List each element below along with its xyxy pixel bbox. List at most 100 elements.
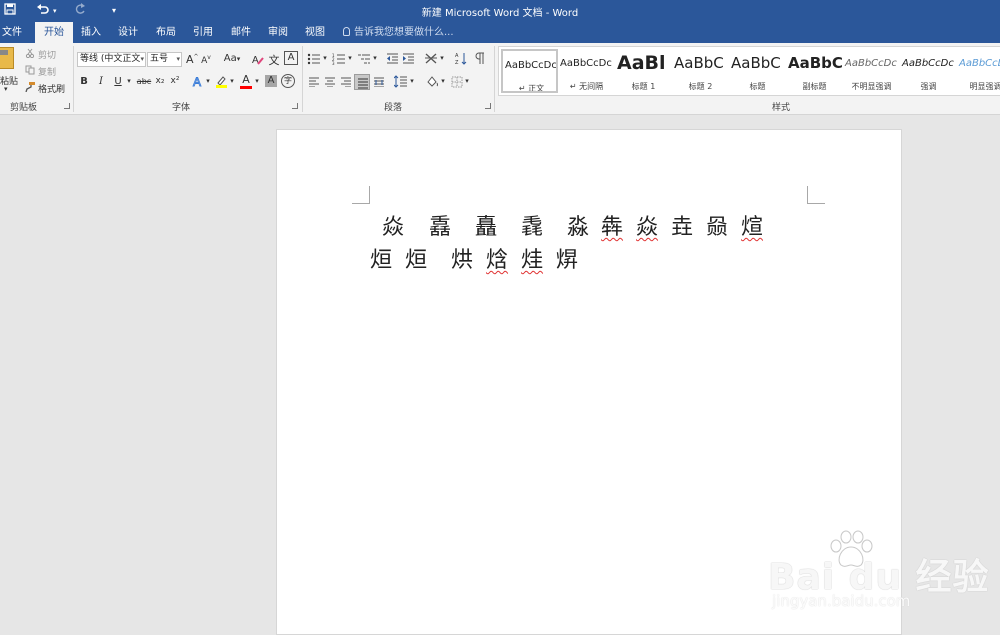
group-divider bbox=[494, 46, 495, 112]
style-name: ↵ 正文 bbox=[518, 84, 545, 93]
tab-home[interactable]: 开始 bbox=[35, 22, 73, 43]
grow-font-label: A bbox=[186, 53, 194, 66]
underline-dropdown-icon[interactable]: ▾ bbox=[126, 77, 132, 85]
font-color-button[interactable]: A bbox=[240, 74, 252, 89]
clear-formatting-icon[interactable]: A bbox=[252, 53, 264, 68]
style-title[interactable]: AaBbC 标题 bbox=[729, 49, 786, 93]
style-sample: AaBbCcDc bbox=[845, 58, 897, 69]
format-painter-icon[interactable] bbox=[25, 82, 35, 95]
superscript-button[interactable]: x² bbox=[169, 76, 181, 86]
style-emphasis[interactable]: AaBbCcDc 强调 bbox=[900, 49, 957, 93]
decrease-indent-icon[interactable] bbox=[386, 53, 399, 68]
bullets-icon[interactable] bbox=[307, 53, 321, 68]
character-shading-button[interactable]: A bbox=[265, 75, 277, 87]
document-char: 焺 bbox=[556, 248, 579, 273]
tab-references[interactable]: 引用 bbox=[190, 22, 216, 43]
style-normal[interactable]: AaBbCcDc ↵ 正文 bbox=[501, 49, 558, 93]
style-subtle-emphasis[interactable]: AaBbCcDc 不明显强调 bbox=[843, 49, 900, 93]
style-subtitle[interactable]: AaBbC 副标题 bbox=[786, 49, 843, 93]
font-launcher-icon[interactable] bbox=[292, 103, 298, 109]
style-sample: AaBl bbox=[617, 52, 666, 74]
subscript-button[interactable]: x₂ bbox=[154, 76, 166, 86]
copy-button[interactable]: 复制 bbox=[38, 65, 56, 78]
highlight-icon[interactable] bbox=[215, 75, 228, 91]
document-char: 煊 bbox=[741, 215, 764, 240]
style-no-spacing[interactable]: AaBbCcDc ↵ 无间隔 bbox=[558, 49, 615, 93]
chinese-layout-dropdown-icon[interactable]: ▾ bbox=[439, 54, 445, 62]
text-effects-dropdown-icon[interactable]: ▾ bbox=[205, 77, 211, 85]
svg-text:A: A bbox=[455, 53, 459, 59]
distributed-icon[interactable] bbox=[373, 77, 385, 90]
underline-button[interactable]: U bbox=[112, 76, 124, 87]
style-name: 明显强调 bbox=[969, 82, 1000, 91]
borders-icon[interactable] bbox=[451, 76, 463, 91]
font-color-dropdown-icon[interactable]: ▾ bbox=[254, 77, 260, 85]
show-formatting-marks-icon[interactable] bbox=[475, 52, 485, 68]
document-char: 赑 bbox=[706, 215, 729, 240]
font-size-combo[interactable]: 五号 ▾ bbox=[147, 52, 182, 67]
clipboard-group-label: 剪贴板 bbox=[10, 103, 38, 113]
character-border-button[interactable]: A bbox=[284, 51, 298, 65]
numbering-icon[interactable]: 123 bbox=[332, 53, 346, 68]
multilevel-list-icon[interactable] bbox=[357, 53, 371, 68]
document-char: 焓 bbox=[486, 248, 509, 273]
paste-dropdown-icon[interactable]: ▾ bbox=[4, 85, 8, 93]
phonetic-guide-button[interactable]: 文 bbox=[268, 52, 280, 68]
document-char: 烜 bbox=[405, 248, 428, 273]
paragraph-launcher-icon[interactable] bbox=[485, 103, 491, 109]
strikethrough-button[interactable]: abc bbox=[136, 77, 152, 86]
borders-dropdown-icon[interactable]: ▾ bbox=[464, 77, 470, 85]
style-name: ↵ 无间隔 bbox=[569, 82, 604, 91]
copy-icon[interactable] bbox=[25, 65, 35, 78]
style-heading-2[interactable]: AaBbC 标题 2 bbox=[672, 49, 729, 93]
format-painter-button[interactable]: 格式刷 bbox=[38, 82, 65, 95]
paste-icon[interactable] bbox=[0, 47, 14, 69]
numbering-dropdown-icon[interactable]: ▾ bbox=[347, 54, 353, 62]
bullets-dropdown-icon[interactable]: ▾ bbox=[322, 54, 328, 62]
bold-button[interactable]: B bbox=[79, 76, 89, 87]
style-sample: AaBbC bbox=[731, 54, 781, 72]
line-spacing-dropdown-icon[interactable]: ▾ bbox=[409, 77, 415, 85]
paste-button[interactable]: 粘贴 bbox=[0, 74, 18, 87]
tab-insert[interactable]: 插入 bbox=[78, 22, 104, 43]
crop-mark-top-left bbox=[352, 186, 370, 204]
cut-icon[interactable] bbox=[25, 48, 35, 61]
shrink-font-button[interactable]: Av bbox=[201, 54, 211, 66]
tell-me-box[interactable]: 告诉我您想要做什么... bbox=[343, 22, 454, 43]
style-intense-emphasis[interactable]: AaBbCcDc 明显强调 bbox=[957, 49, 1000, 93]
shading-dropdown-icon[interactable]: ▾ bbox=[440, 77, 446, 85]
italic-button[interactable]: I bbox=[96, 76, 106, 87]
font-name-combo[interactable]: 等线 (中文正文 ▾ bbox=[77, 52, 146, 67]
text-effects-icon[interactable]: A bbox=[192, 75, 204, 91]
document-char: 淼 bbox=[567, 215, 590, 240]
enclose-characters-button[interactable]: 字 bbox=[281, 74, 295, 88]
svg-text:3: 3 bbox=[332, 61, 335, 65]
group-divider bbox=[73, 46, 74, 112]
tab-review[interactable]: 审阅 bbox=[265, 22, 291, 43]
ribbon-home: 粘贴 ▾ 剪切 复制 格式刷 剪贴板 等线 (中文正文 ▾ 五号 ▾ A^ Av A… bbox=[0, 43, 1000, 115]
justify-icon[interactable] bbox=[354, 74, 370, 90]
increase-indent-icon[interactable] bbox=[402, 53, 415, 68]
cut-button[interactable]: 剪切 bbox=[38, 48, 56, 61]
highlight-dropdown-icon[interactable]: ▾ bbox=[229, 77, 235, 85]
tab-file[interactable]: 文件 bbox=[0, 22, 24, 43]
shading-icon[interactable] bbox=[425, 75, 439, 91]
document-char: 焱 bbox=[382, 215, 405, 240]
chinese-layout-icon[interactable] bbox=[424, 52, 438, 68]
sort-icon[interactable]: AZ bbox=[455, 52, 468, 68]
line-spacing-icon[interactable] bbox=[393, 75, 408, 91]
clipboard-launcher-icon[interactable] bbox=[64, 103, 70, 109]
align-right-icon[interactable] bbox=[340, 77, 352, 90]
styles-gallery: AaBbCcDc ↵ 正文 AaBbCcDc ↵ 无间隔 AaBl 标题 1 A… bbox=[498, 46, 1000, 96]
tab-design[interactable]: 设计 bbox=[115, 22, 141, 43]
tab-layout[interactable]: 布局 bbox=[153, 22, 179, 43]
align-left-icon[interactable] bbox=[308, 77, 320, 90]
svg-text:A: A bbox=[193, 75, 201, 88]
style-heading-1[interactable]: AaBl 标题 1 bbox=[615, 49, 672, 93]
change-case-button[interactable]: Aa▾ bbox=[221, 53, 243, 64]
tab-view[interactable]: 视图 bbox=[302, 22, 328, 43]
align-center-icon[interactable] bbox=[324, 77, 336, 90]
tab-mailings[interactable]: 邮件 bbox=[228, 22, 254, 43]
multilevel-dropdown-icon[interactable]: ▾ bbox=[372, 54, 378, 62]
grow-font-button[interactable]: A^ bbox=[186, 53, 199, 66]
